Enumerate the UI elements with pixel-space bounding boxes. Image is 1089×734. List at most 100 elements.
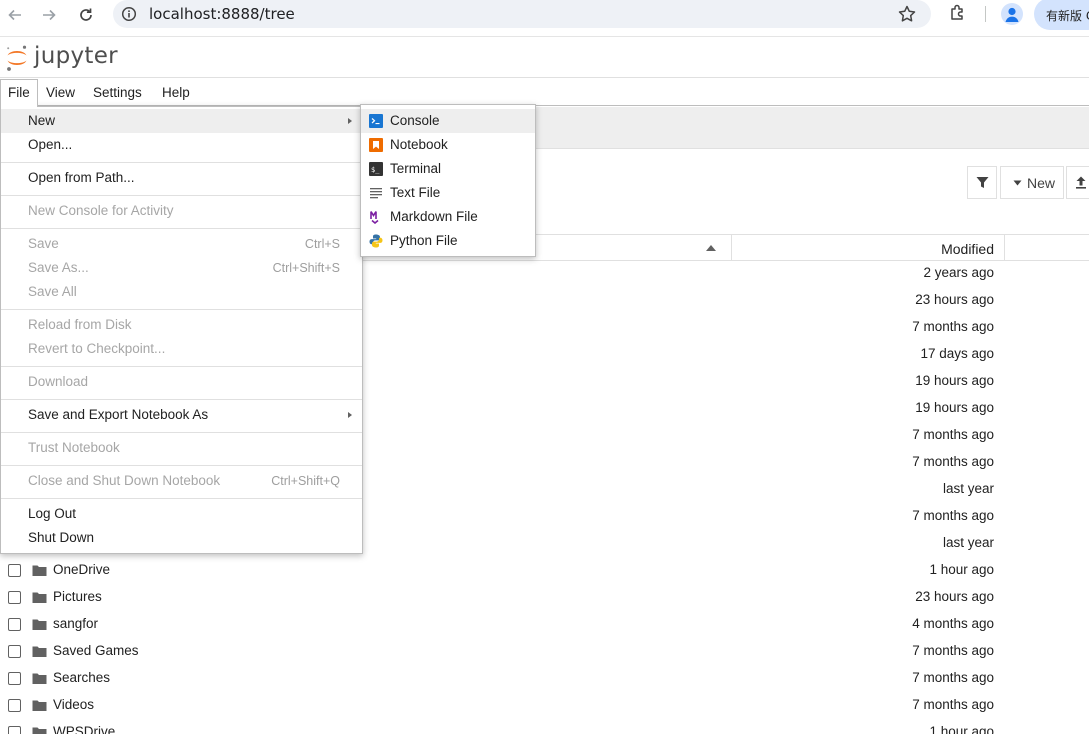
upload-icon bbox=[1076, 176, 1086, 189]
folder-icon bbox=[32, 592, 47, 603]
menu-item-label: Trust Notebook bbox=[28, 440, 120, 455]
menu-item-shortcut: Ctrl+Shift+S bbox=[272, 261, 340, 275]
file-menu-dropdown: New Open... Open from Path... New Consol… bbox=[0, 106, 363, 554]
menu-item-open-from-path[interactable]: Open from Path... bbox=[1, 166, 362, 190]
row-checkbox[interactable] bbox=[8, 699, 21, 712]
back-icon[interactable] bbox=[4, 4, 26, 26]
menu-separator bbox=[1, 465, 362, 466]
file-name[interactable]: sangfor bbox=[53, 616, 98, 631]
file-modified: last year bbox=[942, 481, 994, 496]
file-modified: 1 hour ago bbox=[929, 724, 994, 734]
menu-separator bbox=[1, 399, 362, 400]
new-text-file-item[interactable]: Text File bbox=[361, 181, 535, 205]
file-modified: 7 months ago bbox=[912, 319, 994, 334]
menu-view[interactable]: View bbox=[39, 79, 82, 106]
new-button[interactable]: New bbox=[1000, 166, 1064, 199]
browser-update-button[interactable]: 有新版 C bbox=[1034, 0, 1089, 30]
menu-item-close-shutdown[interactable]: Close and Shut Down Notebook Ctrl+Shift+… bbox=[1, 469, 362, 493]
filter-button[interactable] bbox=[967, 166, 997, 199]
menu-item-save-as[interactable]: Save As... Ctrl+Shift+S bbox=[1, 256, 362, 280]
new-terminal-item[interactable]: $_ Terminal bbox=[361, 157, 535, 181]
menu-item-log-out[interactable]: Log Out bbox=[1, 502, 362, 526]
menu-separator bbox=[1, 195, 362, 196]
folder-icon bbox=[32, 619, 47, 630]
file-name[interactable]: Pictures bbox=[53, 589, 102, 604]
file-row[interactable]: Searches 7 months ago bbox=[0, 666, 1089, 693]
row-checkbox[interactable] bbox=[8, 564, 21, 577]
menu-item-reload-from-disk[interactable]: Reload from Disk bbox=[1, 313, 362, 337]
file-modified: 19 hours ago bbox=[915, 373, 994, 388]
menu-item-new-console-activity[interactable]: New Console for Activity bbox=[1, 199, 362, 223]
url-text[interactable]: localhost:8888/tree bbox=[149, 5, 295, 23]
submenu-item-label: Notebook bbox=[390, 137, 448, 152]
browser-toolbar: localhost:8888/tree 有新版 C bbox=[0, 0, 1089, 37]
menu-item-shut-down[interactable]: Shut Down bbox=[1, 526, 362, 550]
menu-item-save[interactable]: Save Ctrl+S bbox=[1, 232, 362, 256]
row-checkbox[interactable] bbox=[8, 645, 21, 658]
menu-item-save-all[interactable]: Save All bbox=[1, 280, 362, 304]
file-row[interactable]: Pictures 23 hours ago bbox=[0, 585, 1089, 612]
file-row[interactable]: OneDrive 1 hour ago bbox=[0, 558, 1089, 585]
file-row[interactable]: WPSDrive 1 hour ago bbox=[0, 720, 1089, 734]
site-info-icon[interactable] bbox=[121, 6, 137, 22]
folder-icon bbox=[32, 700, 47, 711]
file-modified: last year bbox=[942, 535, 994, 550]
file-row[interactable]: Saved Games 7 months ago bbox=[0, 639, 1089, 666]
extensions-icon[interactable] bbox=[948, 3, 968, 23]
reload-icon[interactable] bbox=[75, 4, 97, 26]
row-checkbox[interactable] bbox=[8, 726, 21, 734]
submenu-item-label: Text File bbox=[390, 185, 441, 200]
bookmark-star-icon[interactable] bbox=[897, 4, 917, 24]
menu-help[interactable]: Help bbox=[155, 79, 197, 106]
menu-item-new[interactable]: New bbox=[1, 109, 362, 133]
file-name[interactable]: Searches bbox=[53, 670, 110, 685]
jupyter-wordmark: jupyter bbox=[34, 43, 118, 69]
submenu-item-label: Python File bbox=[390, 233, 458, 248]
row-checkbox[interactable] bbox=[8, 618, 21, 631]
menu-item-trust-notebook[interactable]: Trust Notebook bbox=[1, 436, 362, 460]
main-menubar: File View Settings Help bbox=[0, 79, 1089, 107]
file-modified: 7 months ago bbox=[912, 508, 994, 523]
new-notebook-item[interactable]: Notebook bbox=[361, 133, 535, 157]
menu-item-label: Save All bbox=[28, 284, 77, 299]
file-name[interactable]: Videos bbox=[53, 697, 94, 712]
row-checkbox[interactable] bbox=[8, 591, 21, 604]
submenu-arrow-icon bbox=[348, 118, 352, 124]
menu-separator bbox=[1, 228, 362, 229]
new-python-file-item[interactable]: Python File bbox=[361, 229, 535, 253]
menu-item-download[interactable]: Download bbox=[1, 370, 362, 394]
file-modified: 7 months ago bbox=[912, 643, 994, 658]
file-name[interactable]: OneDrive bbox=[53, 562, 110, 577]
menu-item-label: Open... bbox=[28, 137, 73, 152]
file-name[interactable]: Saved Games bbox=[53, 643, 139, 658]
menu-item-label: Shut Down bbox=[28, 530, 95, 545]
menu-item-save-export[interactable]: Save and Export Notebook As bbox=[1, 403, 362, 427]
file-modified: 19 hours ago bbox=[915, 400, 994, 415]
file-row[interactable]: sangfor 4 months ago bbox=[0, 612, 1089, 639]
menu-item-label: Revert to Checkpoint... bbox=[28, 341, 166, 356]
file-name[interactable]: WPSDrive bbox=[53, 724, 115, 734]
file-row[interactable]: Videos 7 months ago bbox=[0, 693, 1089, 720]
column-divider[interactable] bbox=[1004, 235, 1005, 261]
row-checkbox[interactable] bbox=[8, 672, 21, 685]
menu-settings[interactable]: Settings bbox=[86, 79, 149, 106]
file-modified: 7 months ago bbox=[912, 670, 994, 685]
new-markdown-file-item[interactable]: Markdown File bbox=[361, 205, 535, 229]
menu-item-open[interactable]: Open... bbox=[1, 133, 362, 157]
new-console-item[interactable]: Console bbox=[361, 109, 535, 133]
modified-column-header[interactable]: Modified bbox=[941, 241, 994, 257]
upload-button[interactable] bbox=[1066, 166, 1089, 199]
address-bar[interactable]: localhost:8888/tree bbox=[113, 0, 931, 28]
new-button-label: New bbox=[1027, 174, 1056, 191]
forward-icon[interactable] bbox=[38, 4, 60, 26]
menu-item-label: Close and Shut Down Notebook bbox=[28, 473, 221, 488]
folder-icon bbox=[32, 727, 47, 734]
jupyter-logo-icon[interactable] bbox=[5, 44, 29, 72]
text-file-icon bbox=[370, 188, 382, 199]
menu-file[interactable]: File bbox=[0, 79, 38, 107]
file-modified: 23 hours ago bbox=[915, 589, 994, 604]
menu-item-revert-checkpoint[interactable]: Revert to Checkpoint... bbox=[1, 337, 362, 361]
profile-avatar-icon[interactable] bbox=[1001, 3, 1023, 25]
sort-ascending-icon[interactable] bbox=[706, 245, 716, 251]
column-divider[interactable] bbox=[731, 235, 732, 261]
